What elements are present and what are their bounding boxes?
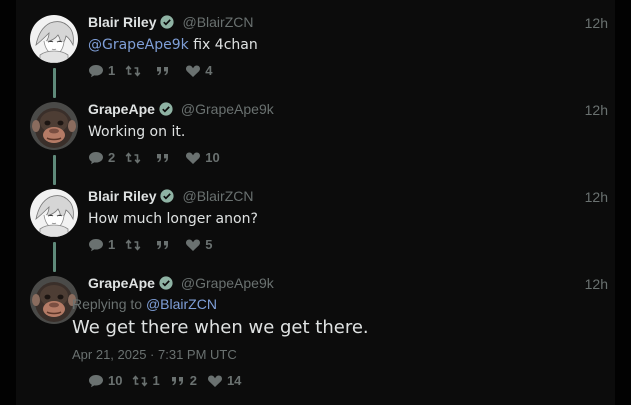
comment-icon [88,151,104,165]
quote-button[interactable] [155,64,175,78]
reply-button[interactable]: 2 [88,150,115,165]
quote-button[interactable] [155,238,175,252]
reply-count: 1 [108,237,116,252]
main-tweet-text: We get there when we get there. [72,317,369,338]
heart-icon [207,374,223,388]
avatar[interactable] [30,189,78,237]
quote-icon [155,64,171,78]
quote-count: 2 [189,373,197,388]
tweet-text: @GrapeApe9k fix 4chan [88,37,258,53]
retweet-button[interactable] [125,151,145,165]
ape-avatar-image [30,276,78,324]
retweet-button[interactable] [125,238,145,252]
reply-button[interactable]: 1 [88,63,115,78]
comment-icon [88,374,104,388]
ape-avatar-image [30,102,78,150]
verified-badge-icon [160,15,174,29]
replying-to-line: Replying to @BlairZCN [72,296,217,312]
like-count: 4 [205,63,213,78]
heart-icon [185,151,201,165]
anime-avatar-image [30,189,78,237]
retweet-count: 1 [152,373,160,388]
reply-button[interactable]: 1 [88,237,115,252]
quote-icon [155,238,171,252]
tweet-time[interactable]: 12h [585,102,608,118]
display-name[interactable]: Blair Riley [88,14,156,30]
user-handle[interactable]: @GrapeApe9k [181,275,274,291]
tweet-3[interactable]: Blair Riley @BlairZCN 12h How much longe… [16,174,615,272]
quote-button[interactable]: 2 [170,373,197,388]
like-button[interactable]: 4 [185,63,212,78]
display-name[interactable]: Blair Riley [88,188,156,204]
avatar[interactable] [30,15,78,63]
heart-icon [185,238,201,252]
tweet-2[interactable]: GrapeApe @GrapeApe9k 12h Working on it. … [16,87,615,185]
retweet-button[interactable] [125,64,145,78]
comment-icon [88,238,104,252]
user-handle[interactable]: @GrapeApe9k [181,101,274,117]
mention-link[interactable]: @GrapeApe9k [88,37,189,53]
like-button[interactable]: 14 [207,373,241,388]
tweet-header: Blair Riley @BlairZCN [88,188,253,204]
retweet-icon [125,238,141,252]
tweet-time[interactable]: 12h [585,15,608,31]
display-name[interactable]: GrapeApe [88,275,155,291]
reply-button[interactable]: 10 [88,373,122,388]
tweet-text-content: fix 4chan [188,37,258,53]
retweet-icon [132,374,148,388]
like-count: 10 [205,150,220,165]
user-handle[interactable]: @BlairZCN [182,188,253,204]
tweet-header: GrapeApe @GrapeApe9k [88,275,274,291]
quote-button[interactable] [155,151,175,165]
tweet-header: GrapeApe @GrapeApe9k [88,101,274,117]
tweet-time[interactable]: 12h [585,276,608,292]
retweet-icon [125,64,141,78]
reply-count: 1 [108,63,116,78]
like-button[interactable]: 10 [185,150,220,165]
like-button[interactable]: 5 [185,237,212,252]
retweet-icon [125,151,141,165]
like-count: 14 [226,373,242,388]
retweet-button[interactable]: 1 [132,373,160,388]
tweet-date[interactable]: Apr 21, 2025 · 7:31 PM UTC [72,347,237,362]
user-handle[interactable]: @BlairZCN [182,14,253,30]
heart-icon [185,64,201,78]
comment-icon [88,64,104,78]
tweet-actions: 1 4 [88,63,222,78]
tweet-actions: 1 5 [88,237,222,252]
verified-badge-icon [159,102,173,116]
display-name[interactable]: GrapeApe [88,101,155,117]
anime-avatar-image [30,15,78,63]
tweet-header: Blair Riley @BlairZCN [88,14,253,30]
main-tweet-actions: 10 1 2 14 [88,373,251,388]
verified-badge-icon [160,189,174,203]
reply-count: 10 [108,373,123,388]
avatar[interactable] [30,102,78,150]
quote-icon [155,151,171,165]
tweet-time[interactable]: 12h [585,189,608,205]
replying-to-mention[interactable]: @BlairZCN [146,296,217,312]
quote-icon [170,374,186,388]
replying-to-label: Replying to [72,296,146,312]
tweet-text: Working on it. [88,124,186,140]
like-count: 5 [205,237,213,252]
tweet-text: How much longer anon? [88,211,258,227]
tweet-1[interactable]: Blair Riley @BlairZCN 12h @GrapeApe9k fi… [16,0,615,98]
tweet-actions: 2 10 [88,150,230,165]
verified-badge-icon [159,276,173,290]
reply-count: 2 [108,150,116,165]
avatar[interactable] [30,276,78,324]
